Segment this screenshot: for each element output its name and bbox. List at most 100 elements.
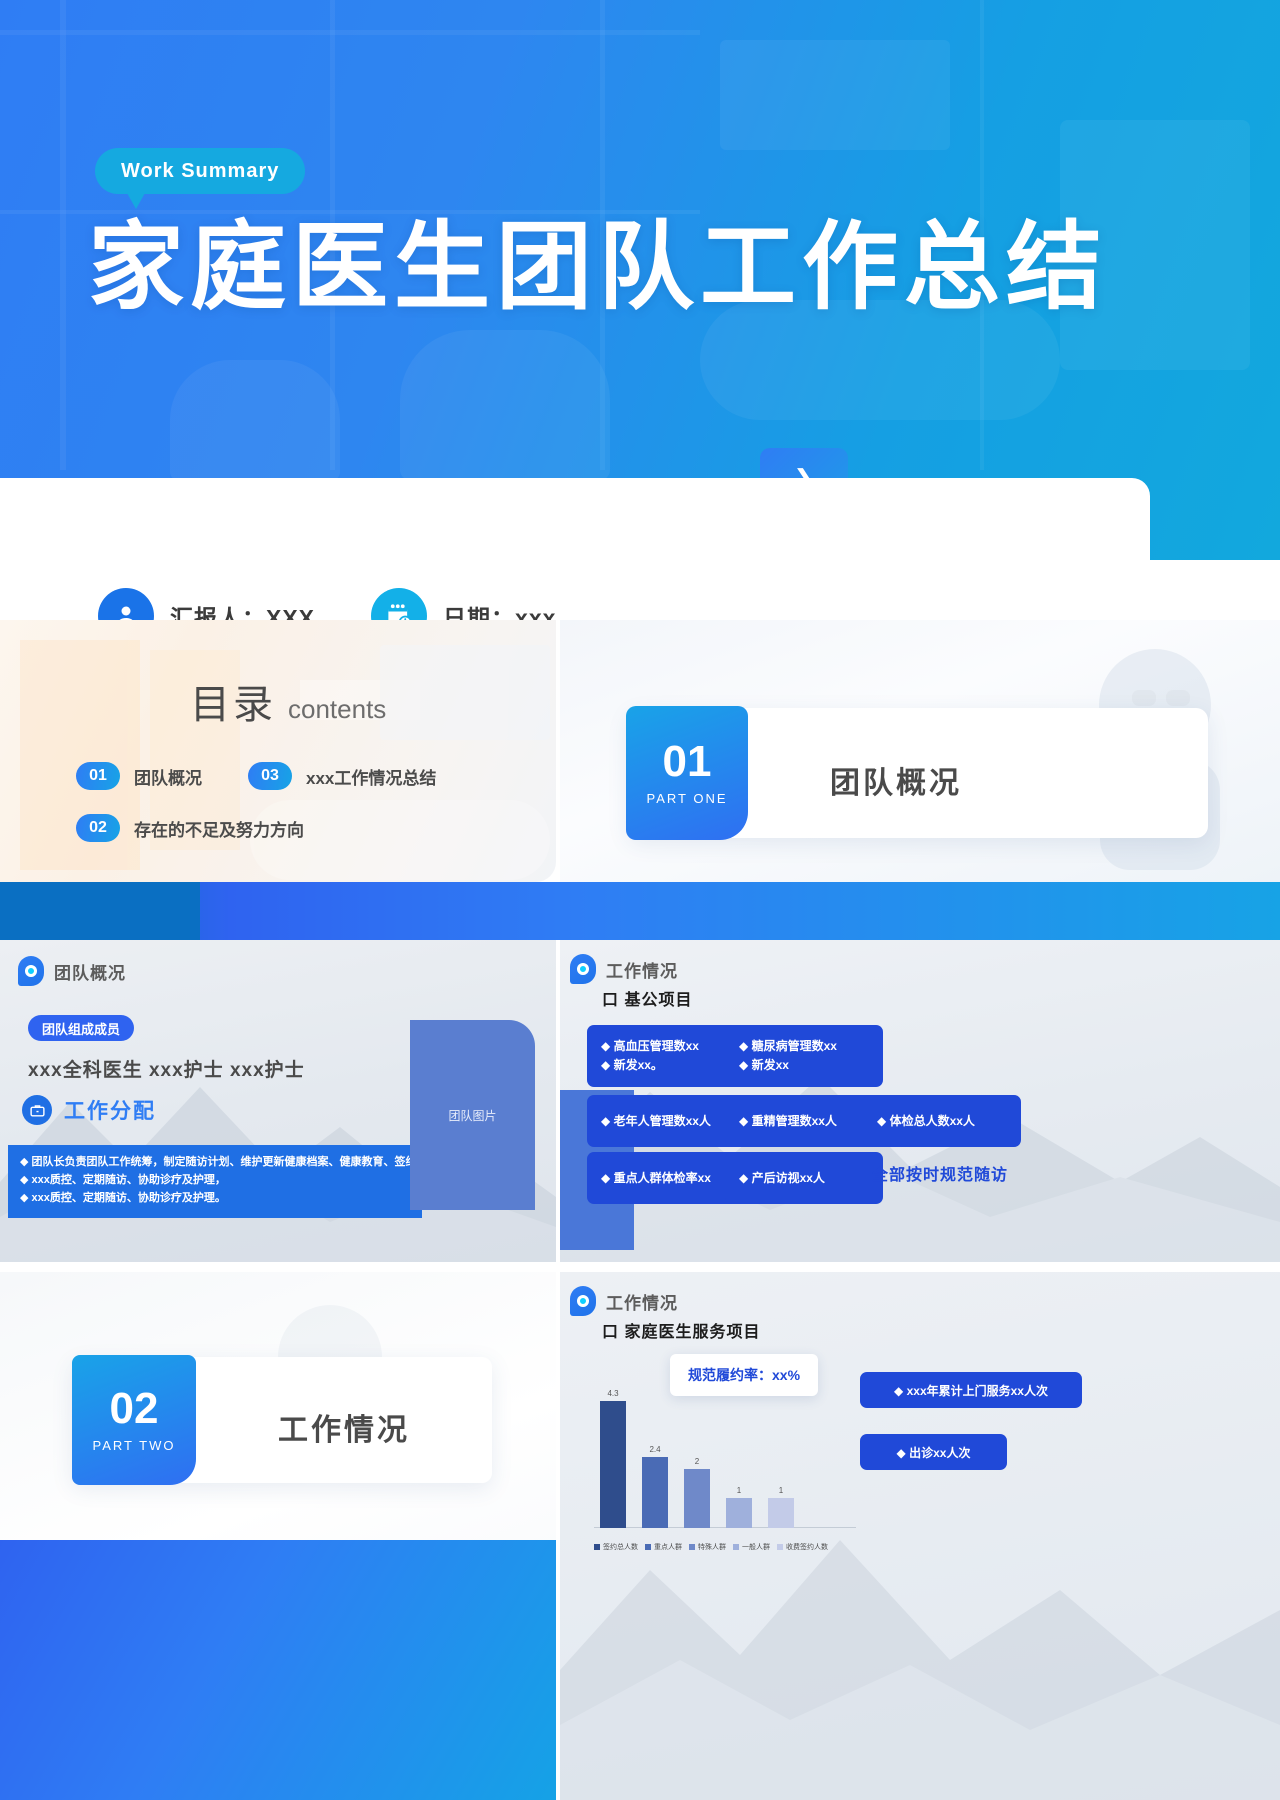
contents-title-en: contents: [288, 694, 387, 724]
bar: [600, 1400, 626, 1528]
toc-row-2: 02 存在的不足及努力方向: [76, 814, 546, 842]
toc-row-1: 01 团队概况 03 xxx工作情况总结: [76, 762, 546, 790]
legend-swatch: [733, 1544, 739, 1550]
toc-number: 01: [76, 762, 120, 790]
chip-postpartum-visit[interactable]: ◆ 产后访视xx人: [725, 1152, 883, 1204]
bar: [726, 1498, 752, 1528]
location-pin-icon: [570, 1286, 596, 1316]
bar: [642, 1456, 668, 1528]
part-two-title: 工作情况: [278, 1414, 410, 1447]
chart-subheading: 口 家庭医生服务项目: [602, 1324, 761, 1341]
chip-line: ◆ 高血压管理数xx: [601, 1039, 699, 1054]
outpatient-button[interactable]: ◆ 出诊xx人次: [860, 1434, 1007, 1470]
chip-line: ◆ 老年人管理数xx人: [601, 1113, 711, 1128]
chip-diabetes[interactable]: ◆ 糖尿病管理数xx ◆ 新发xx: [725, 1025, 883, 1087]
part-two-number: 02: [109, 1384, 159, 1433]
band-notch: [0, 882, 200, 940]
legend-item: 特殊人群: [689, 1542, 726, 1552]
chip-line: ◆ 新发xx。: [601, 1058, 663, 1072]
bar-value-label: 1: [736, 1486, 742, 1496]
alloc-item: ◆ xxx质控、定期随访、协助诊疗及护理。: [20, 1191, 226, 1204]
chip-line: ◆ 体检总人数xx人: [877, 1113, 975, 1128]
briefcase-icon: [22, 1095, 52, 1125]
toc-number: 03: [248, 762, 292, 790]
section-header-chart: 工作情况: [570, 1286, 678, 1316]
chip-line: ◆ 重精管理数xx人: [739, 1113, 837, 1128]
bar-column: 4.3: [600, 1389, 626, 1528]
legend-label: 特殊人群: [698, 1544, 726, 1551]
bar-value-label: 1: [778, 1486, 784, 1496]
cover-title: 家庭医生团队工作总结: [88, 214, 1108, 321]
chart-slide: 工作情况 口 家庭医生服务项目 4.3 2.4 2 1 1 签约总人数 重点人群 特殊人群 一…: [560, 1272, 1280, 1800]
legend-swatch: [777, 1544, 783, 1550]
members-list: xxx全科医生 xxx护士 xxx护士: [28, 1060, 305, 1081]
chip-elderly[interactable]: ◆ 老年人管理数xx人: [587, 1095, 745, 1147]
section-header-team: 团队概况: [18, 956, 126, 986]
home-visit-button[interactable]: ◆ xxx年累计上门服务xx人次: [860, 1372, 1082, 1408]
legend-label: 重点人群: [654, 1544, 682, 1551]
legend-item: 签约总人数: [594, 1542, 638, 1552]
location-pin-icon: [18, 956, 44, 986]
members-badge: 团队组成成员: [28, 1015, 135, 1041]
members-badge-wrap: 团队组成成员: [28, 1015, 135, 1041]
bar: [684, 1468, 710, 1528]
chart-legend: 签约总人数 重点人群 特殊人群 一般人群 收费签约人数: [594, 1542, 828, 1552]
section-header-work: 工作情况: [570, 954, 678, 984]
chip-hypertension[interactable]: ◆ 高血压管理数xx ◆ 新发xx。: [587, 1025, 745, 1087]
cover-slide: Work Summary 家庭医生团队工作总结 ❯: [0, 0, 1280, 560]
part-one-slide: 01 PART ONE 团队概况: [560, 620, 1280, 882]
toc-item-03[interactable]: 03 xxx工作情况总结: [248, 762, 436, 790]
compliance-rate-callout: 规范履约率：xx%: [670, 1354, 819, 1396]
chip-severe-mental[interactable]: ◆ 重精管理数xx人: [725, 1095, 883, 1147]
part-one-title: 团队概况: [830, 767, 962, 800]
work-allocation-header: 工作分配: [22, 1095, 156, 1125]
part-one-subtitle: PART ONE: [646, 791, 728, 806]
part-one-number-badge: 01 PART ONE: [626, 706, 748, 840]
part-one-number: 01: [662, 737, 712, 786]
chip-line: ◆ 新发xx: [739, 1058, 789, 1072]
legend-label: 收费签约人数: [786, 1544, 828, 1551]
work-note: 全部按时规范随访: [872, 1167, 1009, 1184]
presentation-page: Work Summary 家庭医生团队工作总结 ❯ 汇报人：XXX: [0, 0, 1280, 1800]
section-title: 团队概况: [54, 963, 126, 983]
bar-column: 1: [768, 1486, 794, 1528]
location-pin-icon: [570, 954, 596, 984]
bar-column: 2.4: [642, 1445, 668, 1528]
bar-value-label: 2: [694, 1456, 700, 1466]
chip-checkup-total[interactable]: ◆ 体检总人数xx人: [863, 1095, 1021, 1147]
contents-slide: 目录 contents 01 团队概况 03 xxx工作情况总结 02 存在的不…: [0, 620, 556, 882]
bar-value-label: 4.3: [607, 1388, 619, 1398]
work-items-slide: 工作情况 口 基公项目 ◆ 高血压管理数xx ◆ 新发xx。 ◆ 糖尿病管理数x…: [560, 940, 1280, 1262]
alloc-item: ◆ xxx质控、定期随访、协助诊疗及护理，: [20, 1173, 226, 1186]
work-subheading: 口 基公项目: [602, 992, 693, 1009]
part-two-subtitle: PART TWO: [92, 1438, 176, 1453]
work-summary-badge: Work Summary: [95, 148, 306, 209]
section-title: 工作情况: [606, 1293, 678, 1313]
toc-item-02[interactable]: 02 存在的不足及努力方向: [76, 814, 304, 842]
legend-label: 一般人群: [742, 1544, 770, 1551]
legend-item: 收费签约人数: [777, 1542, 828, 1552]
chip-line: ◆ 糖尿病管理数xx: [739, 1039, 837, 1054]
part-two-number-badge: 02 PART TWO: [72, 1355, 196, 1485]
legend-swatch: [689, 1544, 695, 1550]
toc-number: 02: [76, 814, 120, 842]
toc-item-01[interactable]: 01 团队概况: [76, 762, 202, 790]
contents-title-cn: 目录: [190, 683, 276, 727]
alloc-item: ◆ 团队长负责团队工作统筹，制定随访计划、维护更新健康档案、健康教育、签约等。: [20, 1156, 439, 1168]
toc-label: 团队概况: [134, 768, 202, 788]
toc-list: 01 团队概况 03 xxx工作情况总结 02 存在的不足及努力方向: [76, 762, 546, 866]
blue-divider-band: [0, 882, 1280, 940]
work-allocation-box: ◆ 团队长负责团队工作统筹，制定随访计划、维护更新健康档案、健康教育、签约等。 …: [8, 1145, 439, 1219]
part-two-slide: 02 PART TWO 工作情况: [0, 1272, 556, 1800]
legend-label: 签约总人数: [603, 1544, 638, 1551]
team-photo-placeholder: 团队图片: [410, 1020, 535, 1210]
bar-value-label: 2.4: [649, 1444, 661, 1454]
chip-line: ◆ 重点人群体检率xx: [601, 1170, 711, 1185]
bar: [768, 1498, 794, 1528]
chip-key-group-rate[interactable]: ◆ 重点人群体检率xx: [587, 1152, 745, 1204]
section-title: 工作情况: [606, 961, 678, 981]
legend-swatch: [645, 1544, 651, 1550]
bar-column: 2: [684, 1457, 710, 1528]
cover-white-strip: [0, 478, 1150, 560]
bottom-blue-panel: [0, 1540, 556, 1800]
